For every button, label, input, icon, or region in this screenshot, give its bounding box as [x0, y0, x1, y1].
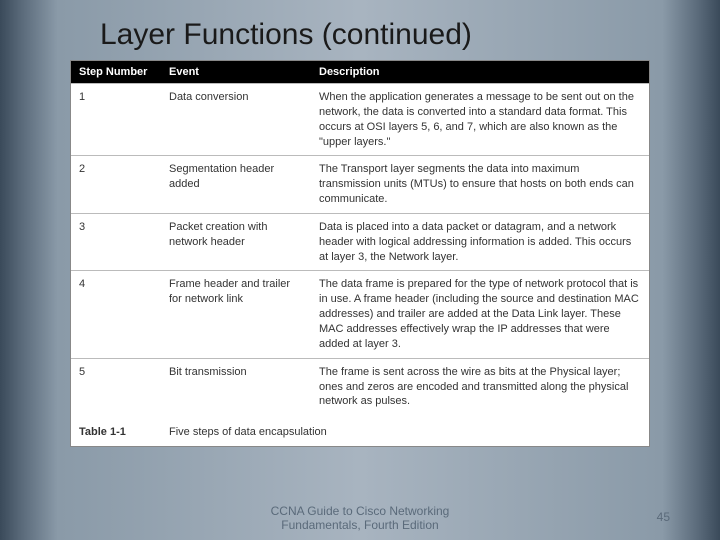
footer: CCNA Guide to Cisco Networking Fundament…	[0, 504, 720, 532]
cell-step: 1	[71, 84, 161, 156]
slide: Layer Functions (continued) Step Number …	[0, 0, 720, 540]
cell-event: Frame header and trailer for network lin…	[161, 271, 311, 358]
encapsulation-table: Step Number Event Description 1 Data con…	[71, 61, 649, 446]
table-row: 1 Data conversion When the application g…	[71, 84, 649, 156]
header-description: Description	[311, 61, 649, 84]
table-row: 4 Frame header and trailer for network l…	[71, 271, 649, 358]
cell-event: Packet creation with network header	[161, 213, 311, 271]
table-header-row: Step Number Event Description	[71, 61, 649, 84]
caption-label: Table 1-1	[71, 415, 161, 446]
page-title: Layer Functions (continued)	[40, 18, 680, 52]
table-row: 3 Packet creation with network header Da…	[71, 213, 649, 271]
cell-description: Data is placed into a data packet or dat…	[311, 213, 649, 271]
table-row: 2 Segmentation header added The Transpor…	[71, 156, 649, 214]
cell-event: Segmentation header added	[161, 156, 311, 214]
header-event: Event	[161, 61, 311, 84]
cell-description: The data frame is prepared for the type …	[311, 271, 649, 358]
header-step: Step Number	[71, 61, 161, 84]
footer-line2: Fundamentals, Fourth Edition	[0, 518, 720, 532]
page-number: 45	[657, 510, 670, 524]
caption-text: Five steps of data encapsulation	[161, 415, 649, 446]
cell-step: 2	[71, 156, 161, 214]
cell-step: 3	[71, 213, 161, 271]
footer-line1: CCNA Guide to Cisco Networking	[0, 504, 720, 518]
table-caption-row: Table 1-1 Five steps of data encapsulati…	[71, 415, 649, 446]
table-container: Step Number Event Description 1 Data con…	[70, 60, 650, 447]
cell-description: When the application generates a message…	[311, 84, 649, 156]
cell-event: Data conversion	[161, 84, 311, 156]
cell-description: The frame is sent across the wire as bit…	[311, 358, 649, 415]
cell-step: 5	[71, 358, 161, 415]
cell-step: 4	[71, 271, 161, 358]
cell-event: Bit transmission	[161, 358, 311, 415]
table-row: 5 Bit transmission The frame is sent acr…	[71, 358, 649, 415]
cell-description: The Transport layer segments the data in…	[311, 156, 649, 214]
